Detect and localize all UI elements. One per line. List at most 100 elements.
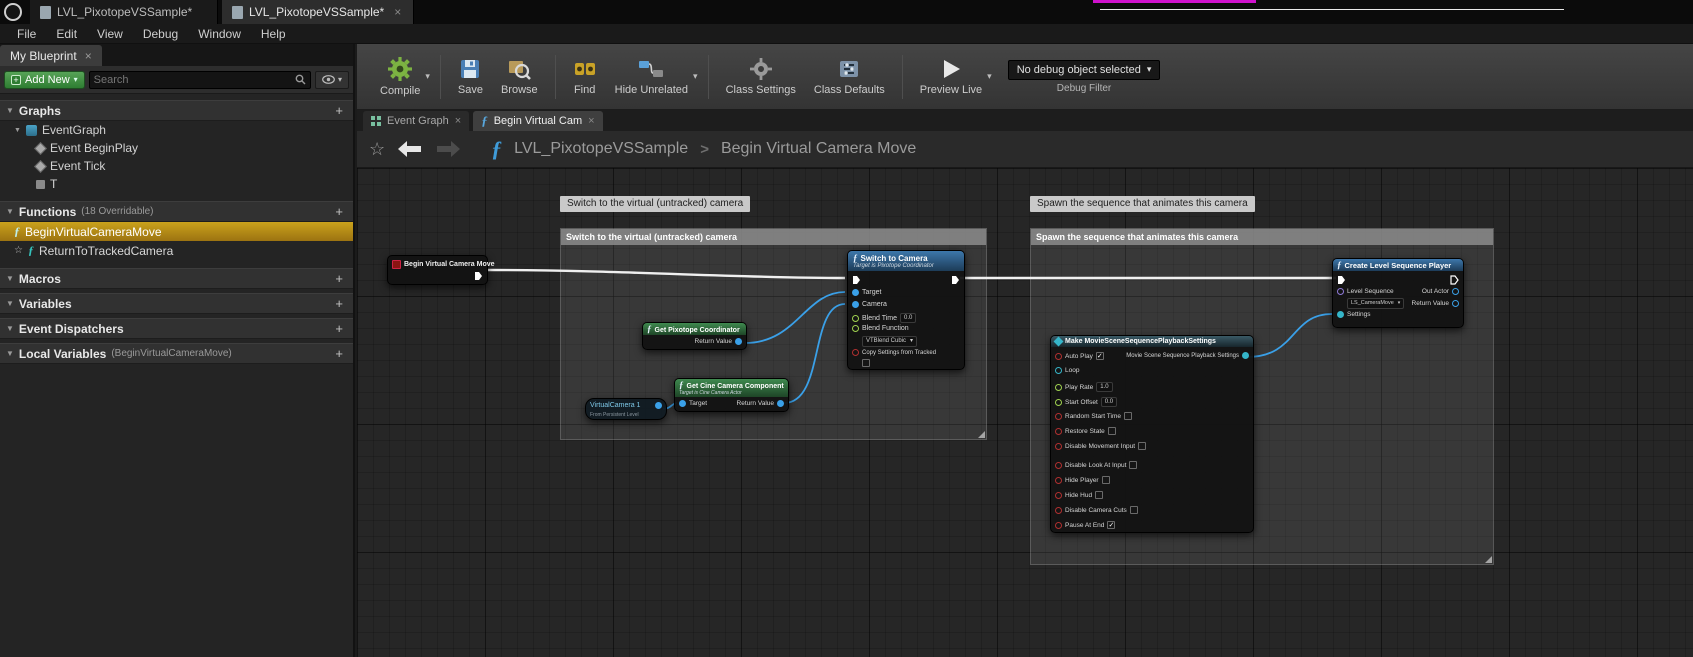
bool-pin[interactable]	[1055, 492, 1062, 499]
bool-pin[interactable]	[1055, 462, 1062, 469]
blend-function-dropdown[interactable]: VTBlend Cubic ▾	[862, 336, 917, 347]
object-pin[interactable]	[1452, 300, 1459, 307]
asset-pin[interactable]	[1337, 288, 1344, 295]
preview-live-button[interactable]: Preview Live	[911, 53, 991, 100]
browse-button[interactable]: Browse	[492, 53, 547, 100]
float-pin[interactable]	[1055, 399, 1062, 406]
checkbox[interactable]	[1130, 506, 1138, 514]
close-icon[interactable]: ×	[85, 49, 92, 63]
object-pin[interactable]	[735, 338, 742, 345]
checkbox[interactable]	[1102, 476, 1110, 484]
save-button[interactable]: Save	[449, 53, 492, 100]
bool-pin[interactable]	[1055, 522, 1062, 529]
debug-object-dropdown[interactable]: No debug object selected ▾	[1008, 60, 1161, 80]
close-icon[interactable]: ×	[588, 115, 594, 127]
exec-out-pin[interactable]	[474, 271, 483, 281]
add-graph-button[interactable]: +	[331, 103, 347, 118]
compile-button[interactable]: Compile	[371, 52, 429, 101]
object-pin[interactable]	[655, 402, 662, 409]
add-local-variable-button[interactable]: +	[331, 346, 347, 361]
enum-pin[interactable]	[852, 325, 859, 332]
sidebar-item-t[interactable]: T	[0, 175, 353, 193]
node-switch-to-camera[interactable]: ƒSwitch to Camera Target is Pixotope Coo…	[847, 250, 965, 370]
tab-event-graph[interactable]: Event Graph ×	[363, 111, 469, 131]
checkbox[interactable]	[1096, 352, 1104, 360]
back-arrow-icon[interactable]	[397, 140, 423, 158]
blend-time-field[interactable]: 0.0	[900, 313, 916, 323]
window-tab-level[interactable]: LVL_PixotopeVSSample*	[30, 0, 218, 24]
menu-edit[interactable]: Edit	[47, 25, 86, 43]
exec-in-pin[interactable]	[1337, 275, 1346, 285]
checkbox[interactable]	[1129, 461, 1137, 469]
menu-view[interactable]: View	[88, 25, 132, 43]
class-settings-button[interactable]: Class Settings	[717, 53, 805, 100]
add-variable-button[interactable]: +	[331, 296, 347, 311]
object-pin[interactable]	[1452, 288, 1459, 295]
comment-header[interactable]: Spawn the sequence that animates this ca…	[1031, 229, 1493, 245]
comment-header[interactable]: Switch to the virtual (untracked) camera	[561, 229, 986, 245]
node-create-level-sequence-player[interactable]: ƒCreate Level Sequence Player Level Sequ…	[1332, 258, 1464, 328]
node-begin-virtual-camera-move[interactable]: Begin Virtual Camera Move	[387, 255, 488, 285]
float-pin[interactable]	[852, 315, 859, 322]
sidebar-item-event-beginplay[interactable]: Event BeginPlay	[0, 139, 353, 157]
exec-in-pin[interactable]	[852, 275, 861, 285]
add-new-button[interactable]: + Add New ▾	[4, 71, 85, 89]
menu-window[interactable]: Window	[189, 25, 250, 43]
comment-resize-handle[interactable]	[1485, 556, 1492, 563]
hide-unrelated-button[interactable]: Hide Unrelated	[606, 53, 697, 100]
sidebar-item-eventgraph[interactable]: ▼ EventGraph	[0, 121, 353, 139]
level-sequence-dropdown[interactable]: LS_CameraMove ▾	[1347, 298, 1404, 309]
play-rate-field[interactable]: 1.0	[1096, 382, 1112, 392]
checkbox[interactable]	[862, 359, 870, 367]
forward-arrow-icon[interactable]	[435, 140, 461, 158]
node-header[interactable]: ƒSwitch to Camera Target is Pixotope Coo…	[848, 251, 964, 271]
triangle-down-icon[interactable]: ▼	[14, 127, 21, 134]
class-defaults-button[interactable]: Class Defaults	[805, 53, 894, 100]
struct-pin[interactable]	[1055, 367, 1062, 374]
breadcrumb-root[interactable]: LVL_PixotopeVSSample	[514, 140, 688, 158]
checkbox[interactable]	[1107, 521, 1115, 529]
checkbox[interactable]	[1108, 427, 1116, 435]
bool-pin[interactable]	[1055, 443, 1062, 450]
tab-my-blueprint[interactable]: My Blueprint ×	[0, 45, 102, 66]
bool-pin[interactable]	[1055, 428, 1062, 435]
close-icon[interactable]: ×	[394, 5, 401, 19]
section-variables[interactable]: ▼ Variables +	[0, 293, 353, 314]
add-dispatcher-button[interactable]: +	[331, 321, 347, 336]
bool-pin[interactable]	[852, 349, 859, 356]
object-pin[interactable]	[679, 400, 686, 407]
menu-debug[interactable]: Debug	[134, 25, 187, 43]
bool-pin[interactable]	[1055, 353, 1062, 360]
chevron-down-icon[interactable]: ▾	[425, 71, 430, 82]
sidebar-item-returntotrackedcamera[interactable]: ☆ ƒ ReturnToTrackedCamera	[0, 241, 353, 260]
add-function-button[interactable]: +	[331, 204, 347, 219]
node-virtualcamera1-get[interactable]: VirtualCamera 1 From Persistent Level	[585, 398, 667, 420]
comment-resize-handle[interactable]	[978, 431, 985, 438]
section-macros[interactable]: ▼ Macros +	[0, 268, 353, 289]
node-get-pixotope-coordinator[interactable]: ƒGet Pixotope Coordinator Return Value	[642, 322, 747, 350]
chevron-down-icon[interactable]: ▾	[693, 71, 698, 82]
node-header[interactable]: Make MovieSceneSequencePlaybackSettings	[1051, 336, 1253, 347]
chevron-down-icon[interactable]: ▾	[987, 71, 992, 82]
checkbox[interactable]	[1095, 491, 1103, 499]
bool-pin[interactable]	[1055, 507, 1062, 514]
close-icon[interactable]: ×	[455, 115, 461, 127]
visibility-filter-button[interactable]: ▾	[315, 71, 349, 89]
exec-out-pin[interactable]	[951, 275, 960, 285]
section-functions[interactable]: ▼ Functions (18 Overridable) +	[0, 201, 353, 222]
search-input[interactable]	[94, 74, 295, 86]
start-offset-field[interactable]: 0.0	[1101, 397, 1117, 407]
checkbox[interactable]	[1138, 442, 1146, 450]
section-local-variables[interactable]: ▼ Local Variables (BeginVirtualCameraMov…	[0, 343, 353, 364]
node-header[interactable]: ƒCreate Level Sequence Player	[1333, 259, 1463, 271]
graph-canvas[interactable]: Switch to the virtual (untracked) camera…	[357, 168, 1693, 657]
bool-pin[interactable]	[1055, 413, 1062, 420]
menu-file[interactable]: File	[8, 25, 45, 43]
window-tab-blueprint[interactable]: LVL_PixotopeVSSample* ×	[222, 0, 414, 24]
object-pin[interactable]	[852, 289, 859, 296]
node-header[interactable]: ƒGet Pixotope Coordinator	[643, 323, 746, 335]
float-pin[interactable]	[1055, 384, 1062, 391]
node-get-cine-camera-component[interactable]: ƒGet Cine Camera Component Target is Cin…	[674, 378, 789, 412]
checkbox[interactable]	[1124, 412, 1132, 420]
find-button[interactable]: Find	[564, 53, 606, 100]
